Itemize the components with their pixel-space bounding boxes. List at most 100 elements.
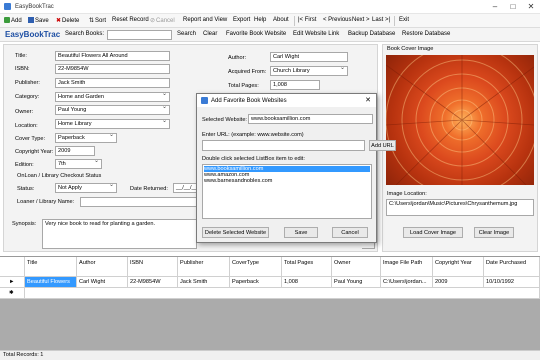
minimize-icon[interactable]: – — [486, 0, 504, 14]
image-location-field[interactable]: C:\Users\jordan\Music\Pictures\Chrysanth… — [386, 199, 534, 216]
table-cell[interactable]: Carl Wight — [77, 277, 128, 288]
menu-separator — [294, 16, 295, 26]
edition-label: Edition: — [15, 162, 34, 168]
menu-bar: Add Save ✖Delete ⇅Sort Reset Record ⊘Can… — [0, 14, 540, 28]
category-select[interactable]: Home and Garden — [55, 92, 170, 102]
column-header[interactable]: Image File Path — [381, 257, 433, 277]
previous-button[interactable]: < Previous — [323, 17, 352, 23]
dialog-cancel-button[interactable]: Cancel — [332, 227, 368, 238]
total-records: Total Records: 1 — [3, 352, 44, 358]
status-bar: Total Records: 1 — [0, 350, 540, 360]
column-header[interactable]: Owner — [332, 257, 381, 277]
website-listbox[interactable]: www.booksamillion.com www.amazon.com www… — [202, 164, 372, 219]
menu-separator — [394, 16, 395, 26]
first-button[interactable]: |< First — [298, 17, 316, 23]
date-returned-label: Date Returned: — [130, 186, 168, 192]
title-field[interactable]: Beautiful Flowers All Around — [55, 51, 170, 61]
flower-petals — [386, 55, 534, 185]
category-label: Category: — [15, 94, 40, 100]
app-icon — [4, 3, 11, 10]
search-books-label: Search Books: — [65, 31, 105, 37]
table-cell[interactable]: C:\Users\jordan... — [381, 277, 433, 288]
edit-website-link-button[interactable]: Edit Website Link — [293, 31, 339, 37]
maximize-icon[interactable]: □ — [504, 0, 522, 14]
selected-website-field: www.booksamillion.com — [248, 114, 373, 124]
cover-image — [386, 55, 534, 185]
publisher-field[interactable]: Jack Smith — [55, 78, 170, 88]
search-input[interactable] — [107, 30, 172, 40]
sort-button[interactable]: ⇅Sort — [89, 17, 106, 24]
edition-select[interactable]: 7th — [55, 159, 102, 169]
table-cell[interactable]: Paul Young — [332, 277, 381, 288]
close-icon[interactable]: ✕ — [522, 0, 540, 14]
loaner-field[interactable] — [80, 197, 197, 207]
dialog-title: Add Favorite Book Websites — [211, 98, 287, 104]
records-grid: Title Author ISBN Publisher CoverType To… — [0, 256, 540, 350]
sort-icon: ⇅ — [89, 18, 95, 24]
save-label: Save — [35, 18, 49, 24]
acquired-from-label: Acquired From: — [228, 69, 267, 75]
backup-database-button[interactable]: Backup Database — [348, 31, 395, 37]
next-button[interactable]: Next > — [352, 17, 370, 23]
acquired-from-select[interactable]: Church Library — [270, 66, 348, 76]
save-button[interactable]: Save — [28, 17, 49, 24]
clear-image-button[interactable]: Clear Image — [474, 227, 514, 238]
table-cell[interactable]: 2009 — [433, 277, 484, 288]
save-icon — [28, 17, 34, 23]
delete-button[interactable]: ✖Delete — [56, 17, 79, 24]
total-pages-field[interactable]: 1,008 — [270, 80, 320, 90]
total-pages-label: Total Pages: — [228, 83, 259, 89]
dialog-app-icon — [201, 97, 208, 104]
listbox-label: Double click selected ListBox item to ed… — [202, 156, 305, 162]
load-cover-image-button[interactable]: Load Cover Image — [403, 227, 463, 238]
column-header[interactable]: Copyright Year — [433, 257, 484, 277]
new-row[interactable] — [25, 288, 540, 299]
export-button[interactable]: Export — [233, 17, 250, 23]
table-cell[interactable]: 1,008 — [282, 277, 332, 288]
help-button[interactable]: Help — [254, 17, 266, 23]
search-button[interactable]: Search — [177, 31, 196, 37]
url-input[interactable] — [202, 140, 365, 151]
cancel-button[interactable]: ⊘Cancel — [150, 17, 175, 24]
about-button[interactable]: About — [273, 17, 289, 23]
favorite-website-button[interactable]: Favorite Book Website — [226, 31, 286, 37]
exit-button[interactable]: Exit — [399, 17, 409, 23]
table-cell[interactable]: Jack Smith — [178, 277, 230, 288]
publisher-label: Publisher: — [15, 80, 40, 86]
column-header[interactable]: Publisher — [178, 257, 230, 277]
table-cell[interactable]: Paperback — [230, 277, 282, 288]
add-button[interactable]: Add — [4, 17, 22, 24]
clear-search-button[interactable]: Clear — [203, 31, 217, 37]
cover-type-label: Cover Type: — [15, 136, 46, 142]
author-field[interactable]: Carl Wight — [270, 52, 348, 62]
column-header[interactable]: Title — [25, 257, 77, 277]
owner-select[interactable]: Paul Young — [55, 105, 170, 115]
location-select[interactable]: Home Library — [55, 119, 170, 129]
cover-panel-header: Book Cover Image — [387, 46, 434, 52]
column-header[interactable]: Date Purchased — [484, 257, 540, 277]
isbn-field[interactable]: 22-M9854W — [55, 64, 170, 74]
loan-status-select[interactable]: Not Apply — [55, 183, 117, 193]
loan-status-header: OnLoan / Library Checkout Status — [17, 173, 102, 179]
reset-record-button[interactable]: Reset Record — [112, 17, 149, 23]
dialog-close-icon[interactable]: ✕ — [365, 96, 371, 104]
column-header[interactable]: CoverType — [230, 257, 282, 277]
synopsis-field[interactable]: Very nice book to read for planting a ga… — [42, 219, 197, 249]
last-button[interactable]: Last >| — [372, 17, 390, 23]
list-item[interactable]: www.barnesandnobles.com — [204, 178, 370, 184]
cover-type-select[interactable]: Paperback — [55, 133, 117, 143]
delete-selected-website-button[interactable]: Delete Selected Website — [202, 227, 269, 238]
add-url-button[interactable]: Add URL — [369, 140, 396, 151]
table-cell[interactable]: 10/10/1992 — [484, 277, 540, 288]
dialog-save-button[interactable]: Save — [284, 227, 318, 238]
cancel-label: Cancel — [156, 18, 175, 24]
restore-database-button[interactable]: Restore Database — [402, 31, 450, 37]
table-cell[interactable]: 22-M9854W — [128, 277, 178, 288]
column-header[interactable]: Total Pages — [282, 257, 332, 277]
copyright-year-field[interactable]: 2009 — [55, 146, 95, 156]
window-title: EasyBookTrac — [15, 4, 54, 10]
table-cell[interactable]: Beautiful Flowers — [25, 277, 77, 288]
column-header[interactable]: ISBN — [128, 257, 178, 277]
report-view-button[interactable]: Report and View — [183, 17, 227, 23]
column-header[interactable]: Author — [77, 257, 128, 277]
